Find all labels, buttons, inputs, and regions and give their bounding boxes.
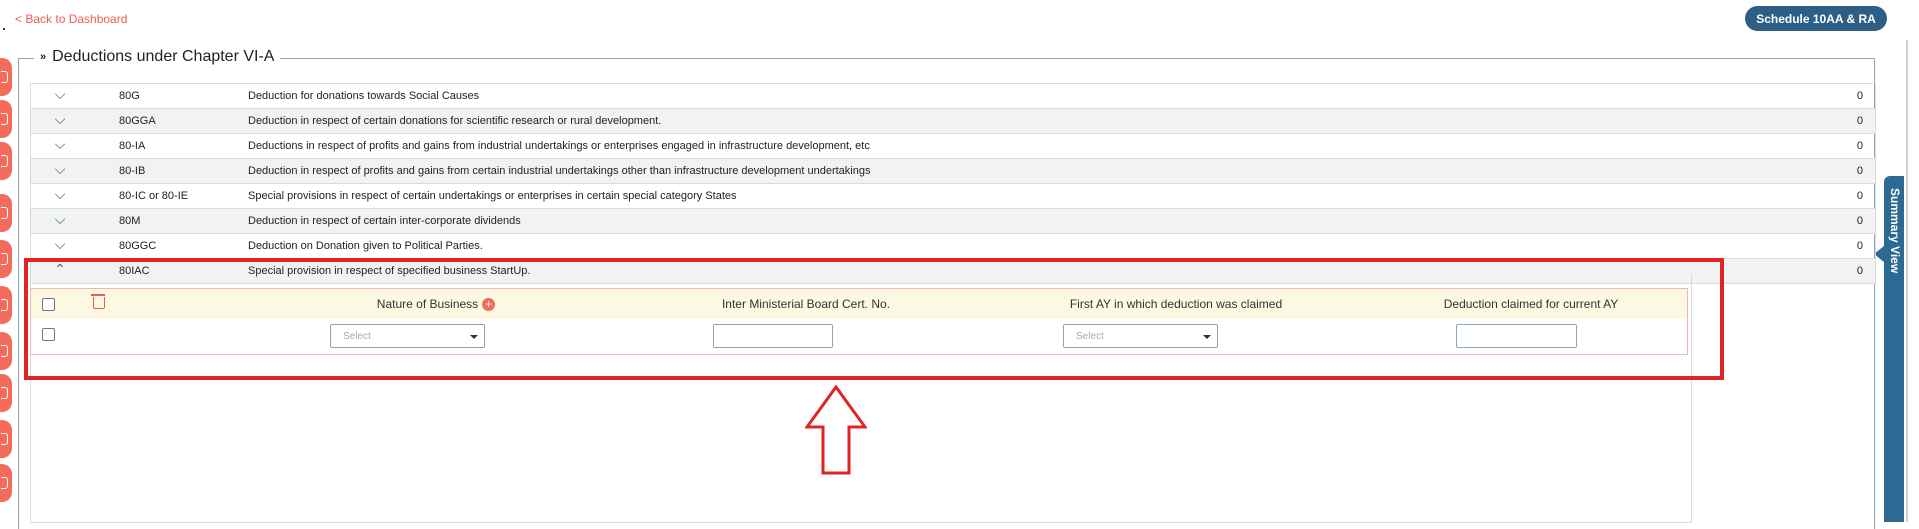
- row-description: Deduction for donations towards Social C…: [248, 90, 480, 102]
- row-amount: 0: [1856, 115, 1863, 127]
- table-row: ⌵ 80-IB Deduction in respect of profits …: [30, 159, 1876, 184]
- row-amount: 0: [1856, 265, 1863, 277]
- rail-icon-1[interactable]: [0, 58, 12, 96]
- row-amount: 0: [1856, 215, 1863, 227]
- row-amount: 0: [1856, 190, 1863, 202]
- row-amount: 0: [1856, 240, 1863, 252]
- row-code: 80-IB: [119, 165, 146, 177]
- rail-icon-6[interactable]: [0, 286, 12, 324]
- expand-chevron-icon[interactable]: ⌵: [53, 186, 67, 203]
- table-row: ⌵ 80M Deduction in respect of certain in…: [30, 209, 1876, 234]
- dot-mark: [3, 28, 5, 30]
- rail-icon-7[interactable]: [0, 332, 12, 370]
- schedule-10aa-button[interactable]: Schedule 10AA & RA: [1745, 6, 1887, 31]
- rail-icon-3[interactable]: [0, 142, 12, 180]
- annotation-up-arrow-icon: [805, 385, 867, 475]
- back-to-dashboard-link[interactable]: < Back to Dashboard: [15, 12, 127, 26]
- rail-icon-4[interactable]: [0, 194, 12, 232]
- expand-chevron-icon[interactable]: ⌵: [53, 111, 67, 128]
- expand-chevron-icon[interactable]: ⌵: [53, 86, 67, 103]
- expand-chevron-icon[interactable]: ⌵: [53, 236, 67, 253]
- table-row: ⌵ 80GGC Deduction on Donation given to P…: [30, 234, 1876, 259]
- row-code: 80G: [119, 90, 140, 102]
- rail-icon-10[interactable]: [0, 464, 12, 502]
- scrollbar-track[interactable]: [1906, 40, 1908, 522]
- section-title-text: Deductions under Chapter VI-A: [52, 48, 275, 65]
- row-description: Special provisions in respect of certain…: [248, 190, 737, 202]
- collapse-chevron-icon[interactable]: »: [40, 51, 46, 63]
- summary-view-tab[interactable]: Summary View: [1884, 176, 1904, 522]
- top-bar: < Back to Dashboard Schedule 10AA & RA: [0, 0, 1919, 40]
- row-code: 80GGA: [119, 115, 156, 127]
- rail-icon-2[interactable]: [0, 100, 12, 138]
- row-description: Deduction in respect of certain inter-co…: [248, 215, 521, 227]
- row-amount: 0: [1856, 90, 1863, 102]
- row-description: Deduction in respect of certain donation…: [248, 115, 662, 127]
- table-row: ⌵ 80-IA Deductions in respect of profits…: [30, 134, 1876, 159]
- expand-chevron-icon[interactable]: ⌵: [53, 211, 67, 228]
- row-amount: 0: [1856, 140, 1863, 152]
- expand-chevron-icon[interactable]: ⌵: [53, 136, 67, 153]
- rail-icon-5[interactable]: [0, 240, 12, 278]
- row-amount: 0: [1856, 165, 1863, 177]
- table-row: ⌵ 80GGA Deduction in respect of certain …: [30, 109, 1876, 134]
- table-row: ⌵ 80-IC or 80-IE Special provisions in r…: [30, 184, 1876, 209]
- deductions-table: ⌵ 80G Deduction for donations towards So…: [30, 83, 1876, 284]
- row-code: 80M: [119, 215, 141, 227]
- row-description: Deductions in respect of profits and gai…: [248, 140, 870, 152]
- row-description: Deduction on Donation given to Political…: [248, 240, 483, 252]
- rail-icon-9[interactable]: [0, 420, 12, 458]
- rail-icon-8[interactable]: [0, 374, 12, 412]
- row-code: 80-IC or 80-IE: [119, 190, 189, 202]
- row-description: Deduction in respect of profits and gain…: [248, 165, 871, 177]
- expand-chevron-icon[interactable]: ⌵: [53, 161, 67, 178]
- summary-view-label: Summary View: [1888, 188, 1902, 274]
- section-title[interactable]: » Deductions under Chapter VI-A: [34, 48, 281, 66]
- row-code: 80-IA: [119, 140, 146, 152]
- annotation-highlight-box: [24, 258, 1724, 380]
- row-code: 80GGC: [119, 240, 157, 252]
- table-row: ⌵ 80G Deduction for donations towards So…: [30, 83, 1876, 109]
